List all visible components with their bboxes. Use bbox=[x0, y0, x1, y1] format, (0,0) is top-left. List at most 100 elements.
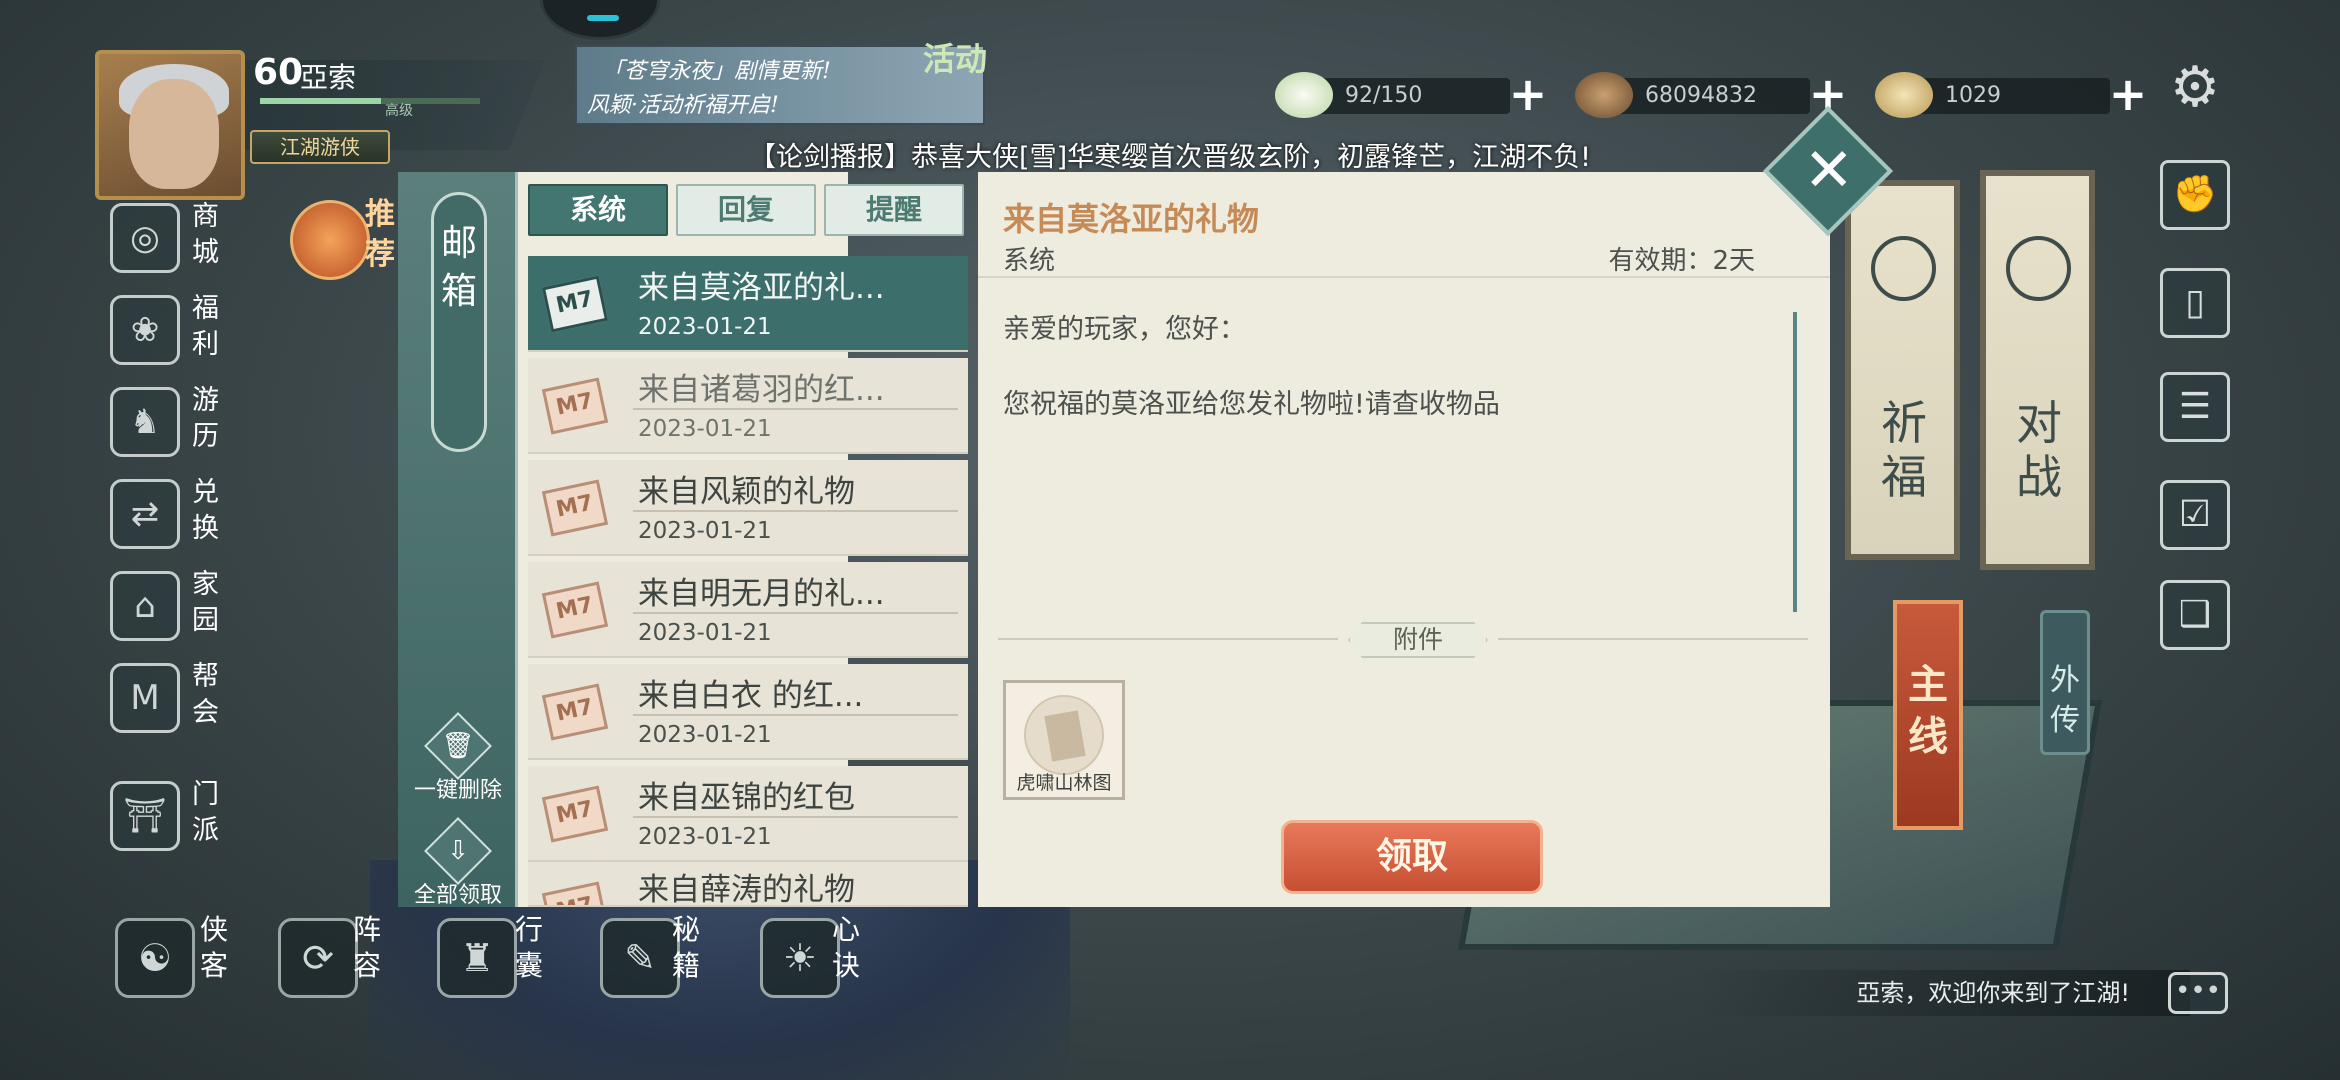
task-check-icon[interactable]: ☑ bbox=[2160, 480, 2230, 550]
nav-guild-label: 帮会 bbox=[192, 661, 219, 728]
event-label[interactable]: 活动 bbox=[920, 40, 990, 130]
mail-item-title: 来自白衣 的红... bbox=[638, 678, 864, 714]
gear-icon[interactable]: ⚙ bbox=[2165, 60, 2225, 120]
nav-sect-label: 门派 bbox=[192, 779, 219, 846]
claim-all-button[interactable]: ⇩ 全部领取 bbox=[398, 817, 518, 908]
add-stamina-button[interactable]: + bbox=[1505, 71, 1551, 120]
fist-icon[interactable]: ✊ bbox=[2160, 160, 2230, 230]
mail-validity: 有效期：2天 bbox=[1608, 246, 1755, 276]
mail-item-title: 来自明无月的礼... bbox=[638, 576, 885, 612]
mail-item[interactable]: M7 来自薛涛的礼物 bbox=[528, 862, 968, 907]
mail-item-title: 来自诸葛羽的红... bbox=[638, 372, 885, 408]
nav-home-label: 家园 bbox=[192, 569, 219, 636]
mail-item-date: 2023-01-21 bbox=[638, 824, 772, 850]
bnav-hero[interactable]: ☯ 侠客 bbox=[115, 912, 245, 1012]
add-ingot-button[interactable]: + bbox=[2105, 71, 2151, 120]
nav-home[interactable]: ⌂ 家园 bbox=[110, 563, 240, 655]
ingot-value: 1029 bbox=[1915, 78, 2110, 114]
avatar[interactable] bbox=[95, 50, 245, 200]
bnav-manual-label: 秘籍 bbox=[672, 913, 701, 982]
bnav-formation[interactable]: ⟳ 阵容 bbox=[278, 912, 408, 1012]
mail-item[interactable]: M7 来自巫锦的红包 2023-01-21 bbox=[528, 766, 968, 862]
mail-detail-title: 来自莫洛亚的礼物 bbox=[1003, 200, 1260, 238]
coins-icon bbox=[1575, 72, 1633, 118]
player-title-badge[interactable]: 江湖游侠 bbox=[250, 130, 390, 164]
mail-item-title: 来自巫锦的红包 bbox=[638, 780, 855, 816]
envelope-icon: M7 bbox=[541, 881, 609, 905]
bag-icon: ♜ bbox=[437, 918, 517, 998]
bnav-heart-skill[interactable]: ☀ 心诀 bbox=[760, 912, 890, 1012]
delete-all-button[interactable]: 🗑 一键删除 bbox=[398, 712, 518, 803]
delete-all-label: 一键删除 bbox=[413, 778, 502, 803]
home-icon: ⌂ bbox=[110, 571, 180, 641]
book-icon[interactable]: ▯ bbox=[2160, 268, 2230, 338]
nav-exchange[interactable]: ⇄ 兑换 bbox=[110, 471, 240, 563]
nav-guild[interactable]: M 帮会 bbox=[110, 655, 240, 747]
mail-detail-sender: 系统 bbox=[1003, 246, 1056, 276]
tab-reply[interactable]: 回复 bbox=[676, 184, 816, 236]
resource-coins: 68094832 + bbox=[1575, 71, 1855, 118]
recommend-icon[interactable] bbox=[290, 200, 370, 280]
nav-sect[interactable]: ⛩ 门派 bbox=[110, 773, 240, 865]
player-name: 亞索 bbox=[300, 61, 357, 94]
scroll-icon[interactable]: ☰ bbox=[2160, 372, 2230, 442]
mail-item[interactable]: M7 来自风颖的礼物 2023-01-21 bbox=[528, 460, 968, 556]
banner-line-1: 「苍穹永夜」剧情更新! bbox=[602, 59, 831, 84]
mail-item[interactable]: M7 来自明无月的礼... 2023-01-21 bbox=[528, 562, 968, 658]
hero-icon: ☯ bbox=[115, 918, 195, 998]
mailbox-panel: 邮箱 🗑 一键删除 ⇩ 全部领取 系统 回复 提醒 M7 来自莫洛亚的礼... … bbox=[398, 172, 1830, 908]
mail-body: 您祝福的莫洛亚给您发礼物啦!请查收物品 bbox=[1003, 389, 1500, 420]
side-story-button[interactable]: 外传 bbox=[2040, 610, 2090, 755]
mail-detail: 来自莫洛亚的礼物 系统 有效期：2天 亲爱的玩家，您好： 您祝福的莫洛亚给您发礼… bbox=[978, 172, 1830, 907]
claim-all-icon: ⇩ bbox=[424, 817, 492, 885]
open-book-icon[interactable]: ❑ bbox=[2160, 580, 2230, 650]
attachment-item[interactable]: 虎啸山林图 bbox=[1003, 680, 1125, 800]
resource-ingot: 1029 + bbox=[1875, 71, 2155, 120]
bnav-manual[interactable]: ✎ 秘籍 bbox=[600, 912, 730, 1012]
bnav-bag-label: 行囊 bbox=[515, 913, 544, 982]
envelope-icon: M7 bbox=[541, 581, 609, 639]
main-quest-button[interactable]: 主线 bbox=[1893, 600, 1963, 830]
player-level: 60 bbox=[253, 52, 304, 93]
attachment-label: 附件 bbox=[1348, 622, 1488, 658]
bnav-bag[interactable]: ♜ 行囊 bbox=[437, 912, 567, 1012]
exp-bar bbox=[260, 98, 480, 104]
nav-shop[interactable]: ◎ 商城 bbox=[110, 195, 240, 287]
travel-horse-icon: ♞ bbox=[110, 387, 180, 457]
battle-scroll[interactable]: 对战 bbox=[1980, 170, 2095, 570]
tab-system[interactable]: 系统 bbox=[528, 184, 668, 236]
mail-item[interactable]: M7 来自莫洛亚的礼... 2023-01-21 bbox=[528, 256, 968, 352]
attachment-name: 虎啸山林图 bbox=[1016, 772, 1112, 794]
guild-icon: M bbox=[110, 663, 180, 733]
chat-message[interactable]: 亞索，欢迎你来到了江湖! bbox=[1700, 970, 2190, 1016]
nav-welfare[interactable]: ❀ 福利 bbox=[110, 287, 240, 379]
mail-greeting: 亲爱的玩家，您好： bbox=[1003, 314, 1246, 345]
divider bbox=[998, 638, 1338, 640]
player-card[interactable]: 60 亞索 高级 江湖游侠 bbox=[95, 30, 545, 200]
steamed-bun-icon bbox=[1275, 72, 1333, 118]
tab-reminder[interactable]: 提醒 bbox=[824, 184, 964, 236]
coins-value: 68094832 bbox=[1615, 78, 1810, 114]
claim-button[interactable]: 领取 bbox=[1281, 820, 1543, 894]
chat-bubble-icon[interactable]: ••• bbox=[2168, 972, 2228, 1014]
pray-scroll[interactable]: 祈福 bbox=[1845, 180, 1960, 560]
nav-exchange-label: 兑换 bbox=[192, 477, 219, 544]
envelope-icon: M7 bbox=[541, 377, 609, 435]
sect-icon: ⛩ bbox=[110, 781, 180, 851]
envelope-icon: M7 bbox=[541, 683, 609, 741]
bnav-heart-skill-label: 心诀 bbox=[832, 913, 861, 982]
mail-body-scrollbar[interactable] bbox=[1793, 312, 1797, 612]
bnav-formation-label: 阵容 bbox=[353, 913, 382, 982]
nav-travel[interactable]: ♞ 游历 bbox=[110, 379, 240, 471]
bnav-hero-label: 侠客 bbox=[200, 913, 229, 982]
mail-item[interactable]: M7 来自诸葛羽的红... 2023-01-21 bbox=[528, 358, 968, 454]
divider bbox=[978, 276, 1830, 278]
camera-notch bbox=[540, 0, 660, 40]
mail-item-date: 2023-01-21 bbox=[638, 416, 772, 442]
pray-label: 祈福 bbox=[1881, 396, 1927, 504]
resource-stamina: 92/150 + bbox=[1275, 71, 1555, 120]
mail-item[interactable]: M7 来自白衣 的红... 2023-01-21 bbox=[528, 664, 968, 760]
nav-travel-label: 游历 bbox=[192, 385, 219, 452]
stamina-value: 92/150 bbox=[1315, 78, 1510, 114]
nav-welfare-label: 福利 bbox=[192, 293, 219, 360]
